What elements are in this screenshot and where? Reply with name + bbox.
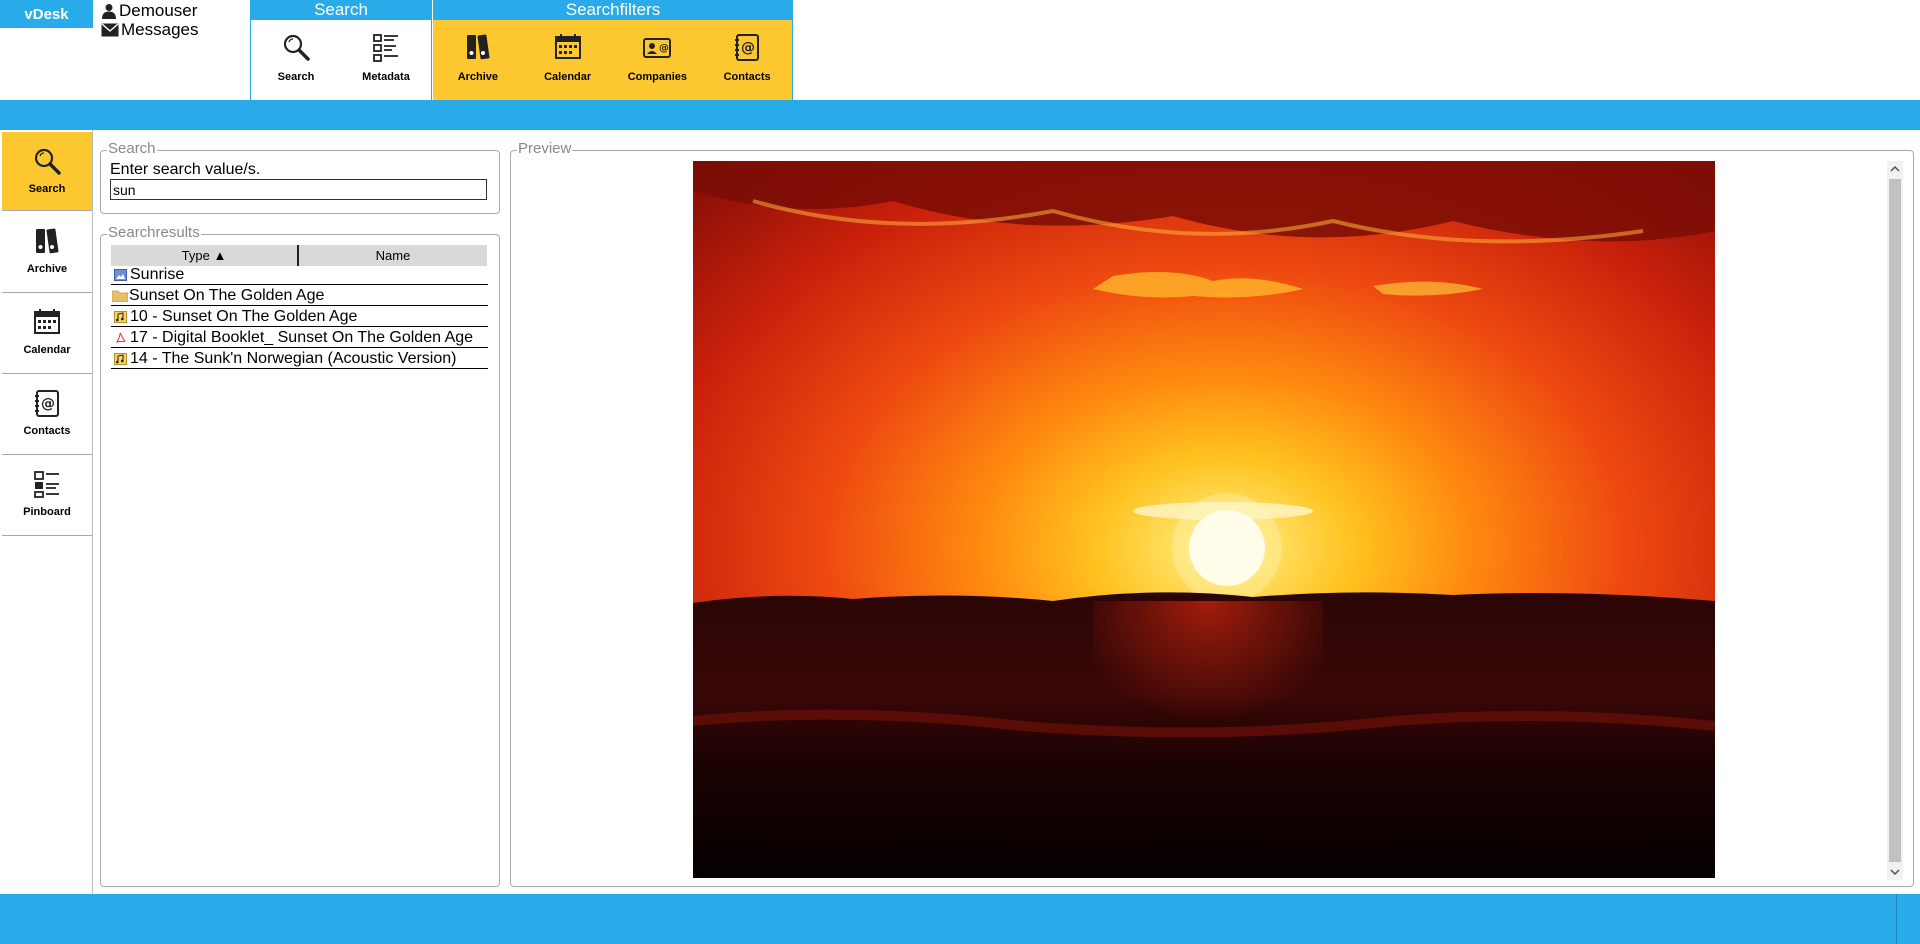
filter-contacts-button[interactable]: @ Contacts xyxy=(702,20,792,100)
search-icon xyxy=(34,148,61,175)
search-panel-legend: Search xyxy=(107,140,157,157)
nav-item-search[interactable]: Search xyxy=(2,132,92,211)
nav-label-pinboard: Pinboard xyxy=(23,506,71,518)
user-name: Demouser xyxy=(119,1,198,20)
companies-icon: @ xyxy=(643,38,672,58)
archive-icon xyxy=(36,228,59,254)
filter-archive-button[interactable]: Archive xyxy=(433,20,523,100)
result-name: 14 - The Sunk'n Norwegian (Acoustic Vers… xyxy=(130,349,457,367)
messages-link[interactable]: Messages xyxy=(101,20,198,40)
filter-companies-label: Companies xyxy=(627,71,688,83)
search-input[interactable] xyxy=(110,179,487,200)
preview-image xyxy=(693,161,1715,878)
nav-label-contacts: Contacts xyxy=(23,425,71,437)
pinboard-icon xyxy=(34,471,59,498)
user-icon xyxy=(102,4,116,19)
folder-icon xyxy=(112,290,128,302)
envelope-icon xyxy=(101,23,119,37)
toolbar-metadata-button[interactable]: Metadata xyxy=(341,20,431,100)
pdf-file-icon xyxy=(114,332,127,343)
messages-label: Messages xyxy=(121,20,199,39)
user-menu[interactable]: Demouser xyxy=(101,1,197,21)
calendar-icon xyxy=(34,309,60,334)
filter-calendar-button[interactable]: Calendar xyxy=(523,20,613,100)
result-name: Sunset On The Golden Age xyxy=(129,286,325,304)
image-file-icon xyxy=(114,268,127,281)
result-row[interactable]: 14 - The Sunk'n Norwegian (Acoustic Vers… xyxy=(111,349,488,369)
status-bar-handle xyxy=(1896,894,1920,944)
calendar-icon xyxy=(554,34,581,59)
nav-label-calendar: Calendar xyxy=(23,344,71,356)
nav-item-calendar[interactable]: Calendar xyxy=(2,293,92,374)
contacts-icon: @ xyxy=(735,34,760,61)
filters-group-title: Searchfilters xyxy=(433,0,793,20)
column-header-type[interactable]: Type ▲ xyxy=(111,245,299,266)
filters-group: Archive Calendar @ Companies @ Contacts xyxy=(433,20,793,100)
metadata-icon xyxy=(373,34,398,62)
filter-companies-button[interactable]: @ Companies xyxy=(613,20,703,100)
result-row[interactable]: 17 - Digital Booklet_ Sunset On The Gold… xyxy=(111,328,488,348)
audio-file-icon xyxy=(114,310,127,323)
column-header-name[interactable]: Name xyxy=(299,245,487,266)
search-group-title: Search xyxy=(250,0,432,20)
nav-label-archive: Archive xyxy=(26,263,68,275)
search-prompt: Enter search value/s. xyxy=(110,161,261,178)
toolbar-search-label: Search xyxy=(277,71,315,83)
svg-text:@: @ xyxy=(41,396,55,412)
preview-panel-legend: Preview xyxy=(517,140,573,157)
search-group: Search Metadata xyxy=(250,20,432,100)
results-panel-legend: Searchresults xyxy=(107,224,201,241)
status-bar xyxy=(0,894,1920,944)
toolbar-metadata-label: Metadata xyxy=(362,71,410,83)
result-row[interactable]: 10 - Sunset On The Golden Age xyxy=(111,307,488,327)
nav-label-search: Search xyxy=(28,183,66,195)
search-icon xyxy=(283,34,310,61)
toolbar-search-button[interactable]: Search xyxy=(251,20,341,100)
contacts-icon: @ xyxy=(35,390,59,417)
result-name: Sunrise xyxy=(130,265,185,283)
result-name: 17 - Digital Booklet_ Sunset On The Gold… xyxy=(130,328,474,346)
preview-scrollbar[interactable] xyxy=(1887,161,1903,880)
audio-file-icon xyxy=(114,352,127,365)
results-table-header: Type ▲ Name xyxy=(111,245,487,266)
nav-item-archive[interactable]: Archive xyxy=(2,212,92,293)
result-row[interactable]: Sunrise xyxy=(111,265,488,285)
result-name: 10 - Sunset On The Golden Age xyxy=(130,307,358,325)
svg-text:@: @ xyxy=(741,40,755,56)
result-row[interactable]: Sunset On The Golden Age xyxy=(111,286,488,306)
archive-icon xyxy=(466,34,490,60)
filter-contacts-label: Contacts xyxy=(723,71,771,83)
left-nav: Search Archive Calendar @ Contacts Pinbo… xyxy=(0,130,93,894)
nav-item-pinboard[interactable]: Pinboard xyxy=(2,455,92,536)
app-brand: vDesk xyxy=(0,0,93,28)
filter-archive-label: Archive xyxy=(457,71,499,83)
filter-calendar-label: Calendar xyxy=(544,71,592,83)
nav-item-contacts[interactable]: @ Contacts xyxy=(2,374,92,455)
header-divider-bar xyxy=(0,100,1920,130)
svg-text:@: @ xyxy=(659,43,669,54)
